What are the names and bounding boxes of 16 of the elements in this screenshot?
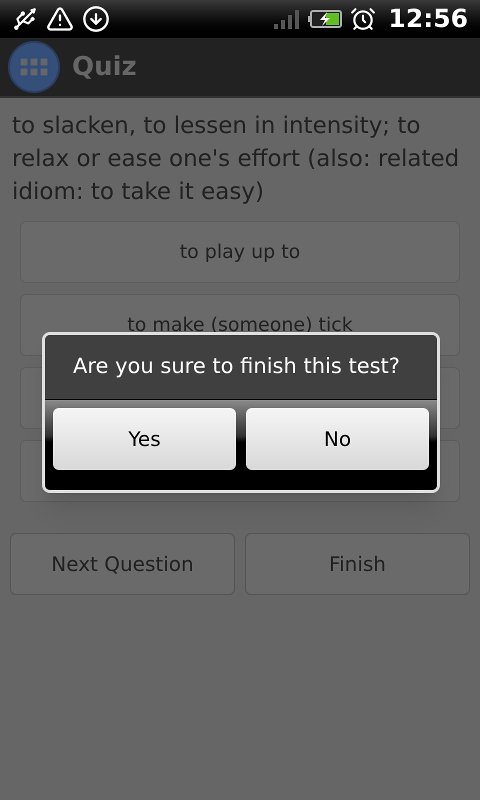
battery-charging-icon [308,9,342,29]
download-icon [82,5,110,33]
alarm-icon [350,6,376,32]
screen-title: Quiz [72,50,137,84]
finish-button[interactable]: Finish [245,533,470,595]
answer-button[interactable]: to play up to [20,221,460,283]
clock-time: 12:56 [388,3,468,36]
signal-icon [274,9,300,29]
next-question-button[interactable]: Next Question [10,533,235,595]
dialog-message: Are you sure to finish this test? [73,353,400,380]
yes-button[interactable]: Yes [53,408,236,470]
app-grid-icon [8,41,60,93]
usb-icon [12,6,38,32]
warning-icon [46,5,74,33]
question-text: to slacken, to lessen in intensity; to relax or ease one's effort (also: related idiom: to take it easy) [12,112,460,207]
no-button[interactable]: No [246,408,429,470]
